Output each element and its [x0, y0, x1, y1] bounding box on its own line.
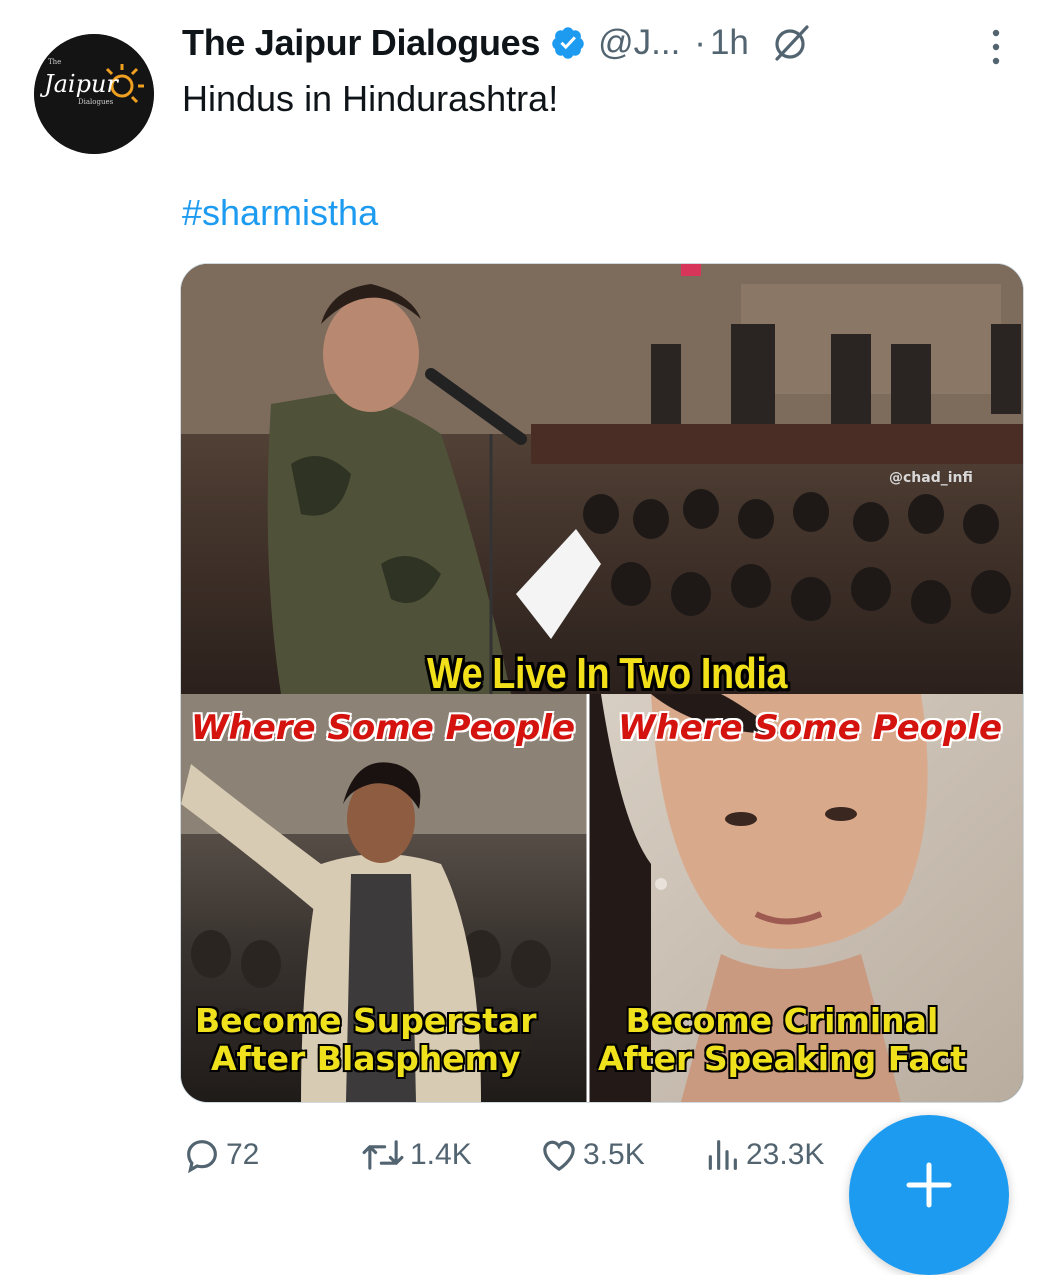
like-count: 3.5K: [583, 1138, 645, 1171]
meme-right-caption-top: Where Some People: [618, 708, 1003, 748]
reply-count: 72: [226, 1138, 260, 1171]
author-handle[interactable]: @J...: [598, 23, 680, 63]
repost-icon: [362, 1140, 404, 1170]
image-watermark: @chad_infi: [889, 470, 973, 486]
views-icon: [708, 1140, 737, 1170]
reply-icon: [187, 1140, 217, 1174]
svg-text:Dialogues: Dialogues: [78, 98, 114, 106]
author-name[interactable]: The Jaipur Dialogues: [182, 22, 540, 64]
meme-left-caption-top: Where Some People: [191, 708, 576, 748]
repost-button[interactable]: 1.4K: [360, 1133, 472, 1177]
tweet-text: Hindus in Hindurashtra!: [182, 78, 559, 119]
meme-right-line2: After Speaking Fact: [598, 1039, 966, 1078]
separator-dot: ·: [694, 23, 706, 62]
meme-right-line1: Become Criminal: [625, 1001, 939, 1040]
hashtag-link[interactable]: #sharmistha: [182, 192, 378, 234]
tweet-header: The Jaipur Dialogues @J... · 1h: [182, 18, 1042, 68]
meme-headline: We Live In Two India: [427, 649, 788, 698]
views-button[interactable]: 23.3K: [702, 1133, 824, 1177]
meme-left-line1: Become Superstar: [195, 1001, 537, 1040]
more-vertical-icon[interactable]: [986, 27, 1006, 67]
avatar[interactable]: The Jaipur Dialogues: [34, 34, 154, 154]
tweet-media-image[interactable]: We Live In Two India Where Some People W…: [180, 263, 1024, 1103]
reply-button[interactable]: 72: [182, 1133, 259, 1177]
like-button[interactable]: 3.5K: [539, 1133, 645, 1177]
repost-count: 1.4K: [410, 1138, 472, 1171]
views-count: 23.3K: [746, 1138, 825, 1171]
svg-text:Jaipur: Jaipur: [39, 70, 119, 98]
post-time[interactable]: 1h: [710, 23, 749, 63]
plus-icon: [906, 1162, 952, 1208]
heart-icon: [543, 1140, 575, 1172]
grok-icon[interactable]: [771, 23, 811, 63]
tweet-actions: 72 1.4K 3.5K 23.3K: [182, 1133, 882, 1177]
meme-left-line2: After Blasphemy: [210, 1039, 521, 1078]
meme-right-caption-bottom: Become Criminal After Speaking Fact: [598, 1002, 966, 1078]
svg-text:The: The: [48, 58, 61, 66]
verified-badge-icon: [550, 25, 586, 61]
jaipur-dialogues-logo: The Jaipur Dialogues: [34, 34, 154, 154]
compose-button[interactable]: [849, 1115, 1009, 1275]
meme-left-caption-bottom: Become Superstar After Blasphemy: [195, 1002, 537, 1078]
